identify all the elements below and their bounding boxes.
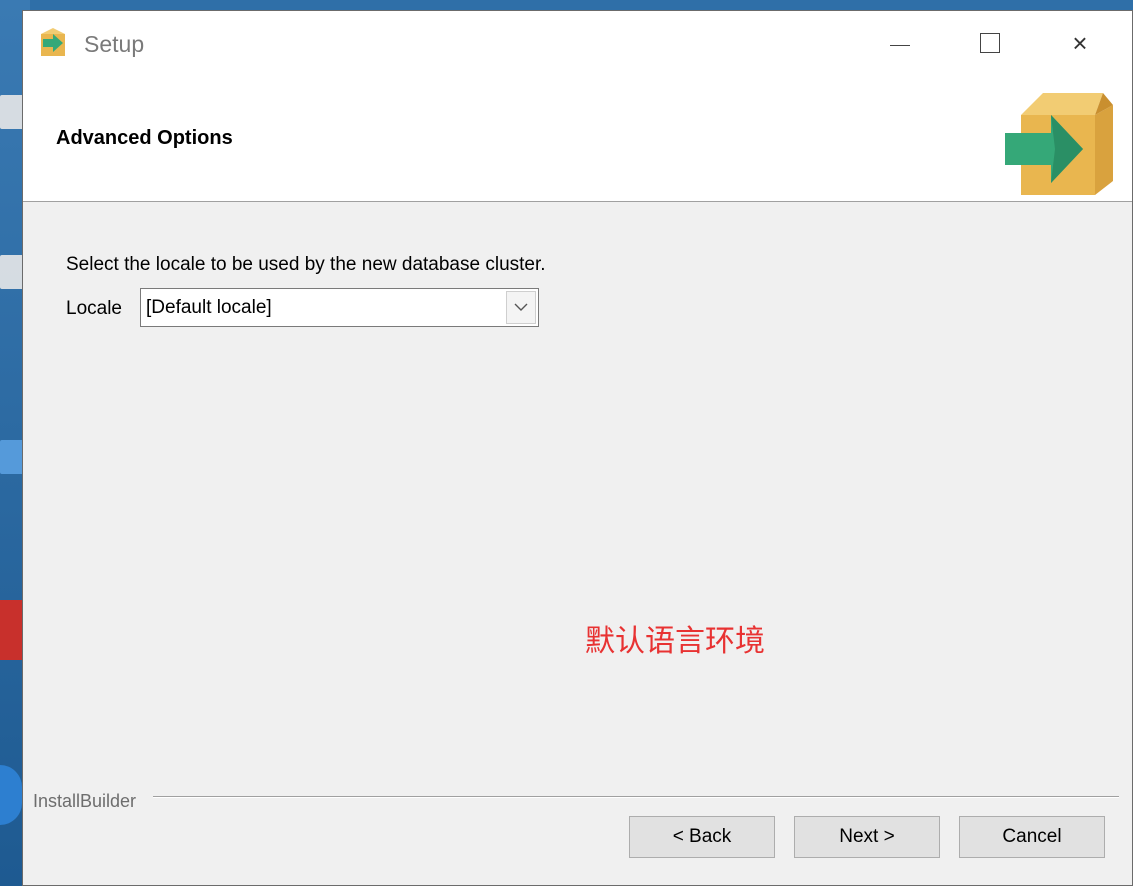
close-button[interactable]: × <box>1057 23 1103 63</box>
setup-box-icon <box>41 28 65 56</box>
title-bar[interactable]: Setup × <box>23 11 1132 77</box>
locale-selected-value: [Default locale] <box>146 297 272 318</box>
footer-divider <box>153 796 1119 798</box>
back-button[interactable]: < Back <box>629 816 775 858</box>
maximize-icon <box>980 33 1000 53</box>
cancel-button[interactable]: Cancel <box>959 816 1105 858</box>
close-icon: × <box>1072 27 1088 58</box>
minimize-icon <box>890 44 910 46</box>
minimize-button[interactable] <box>877 23 923 63</box>
page-title: Advanced Options <box>56 127 233 149</box>
window-title: Setup <box>84 31 145 57</box>
locale-dropdown[interactable]: [Default locale] <box>140 288 539 327</box>
next-button[interactable]: Next > <box>794 816 940 858</box>
page-header: Advanced Options <box>23 77 1132 202</box>
desktop-icon-fragment <box>0 600 24 660</box>
locale-prompt: Select the locale to be used by the new … <box>66 254 546 275</box>
locale-annotation: 默认语言环境 <box>585 624 765 659</box>
locale-label: Locale <box>66 298 122 319</box>
chevron-down-icon <box>514 303 528 311</box>
maximize-button[interactable] <box>967 23 1013 63</box>
installer-brand: InstallBuilder <box>33 791 137 811</box>
desktop-icon-fragment <box>0 765 22 825</box>
setup-window: Setup × Advanced Options Select the loca… <box>22 10 1133 886</box>
setup-box-icon <box>1005 93 1113 195</box>
dropdown-arrow-button[interactable] <box>506 291 536 324</box>
